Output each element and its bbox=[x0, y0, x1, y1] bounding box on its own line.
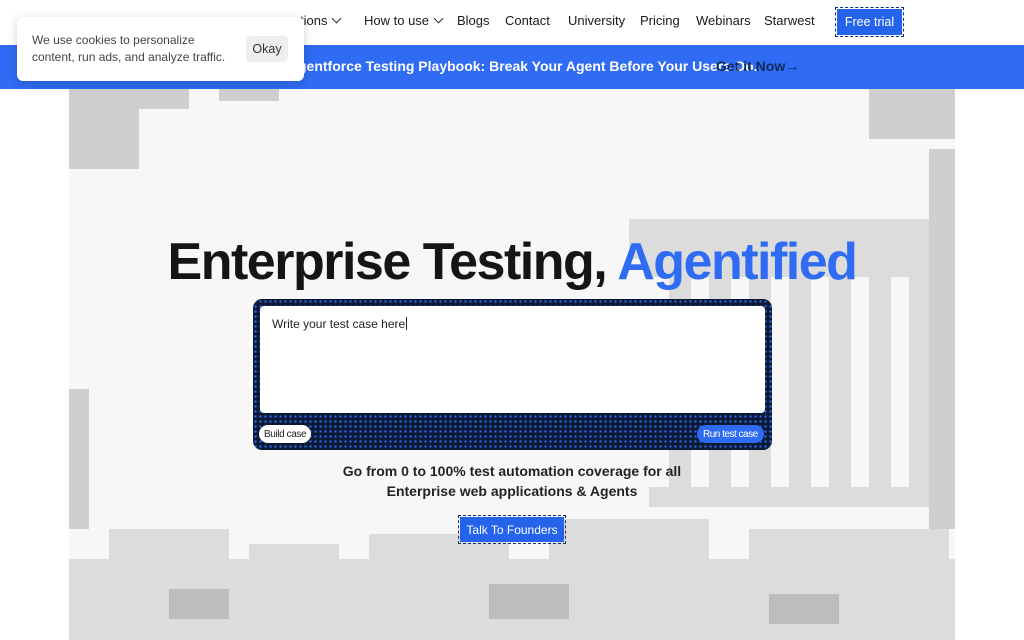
nav-label: Webinars bbox=[696, 13, 751, 28]
subheadline-line-1: Go from 0 to 100% test automation covera… bbox=[342, 463, 682, 479]
nav-starwest[interactable]: Starwest bbox=[764, 13, 815, 28]
build-case-button[interactable]: Build case bbox=[259, 425, 312, 443]
run-test-case-button[interactable]: Run test case bbox=[697, 425, 764, 443]
headline-text: Enterprise Testing, bbox=[167, 233, 608, 291]
test-case-editor: Write your test case here bbox=[253, 299, 772, 450]
nav-label: Pricing bbox=[640, 13, 680, 28]
chevron-down-icon bbox=[332, 13, 342, 24]
nav-university[interactable]: University bbox=[568, 13, 625, 28]
chevron-down-icon bbox=[433, 13, 444, 24]
nav-label: Starwest bbox=[764, 13, 815, 28]
cookie-okay-button[interactable]: Okay bbox=[246, 36, 288, 62]
cookie-banner: We use cookies to personalize content, r… bbox=[17, 17, 304, 81]
nav-label: How to use bbox=[364, 13, 430, 28]
subheadline-line-2: Enterprise web applications & Agents bbox=[386, 483, 638, 499]
free-trial-button[interactable]: Free trial bbox=[835, 7, 904, 37]
banner-cta-link[interactable]: Get it Now→ bbox=[716, 58, 799, 74]
nav-contact[interactable]: Contact bbox=[505, 13, 550, 28]
input-placeholder: Write your test case here bbox=[272, 317, 406, 331]
nav-label: University bbox=[568, 13, 626, 28]
talk-to-founders-button[interactable]: Talk To Founders bbox=[458, 515, 566, 544]
text-caret bbox=[406, 317, 408, 330]
hero-headline: Enterprise Testing, Agentified bbox=[0, 232, 1024, 292]
test-case-input[interactable]: Write your test case here bbox=[260, 306, 765, 413]
cookie-message: We use cookies to personalize content, r… bbox=[32, 33, 226, 64]
banner-text: gentforce Testing Playbook: Break Your A… bbox=[298, 58, 758, 74]
nav-pricing[interactable]: Pricing bbox=[640, 13, 680, 28]
hero-subheadline: Go from 0 to 100% test automation covera… bbox=[0, 461, 1024, 501]
nav-solutions[interactable]: tions bbox=[300, 13, 342, 28]
nav-label: Contact bbox=[505, 13, 550, 28]
nav-blogs[interactable]: Blogs bbox=[457, 13, 490, 28]
nav-label: Blogs bbox=[457, 13, 490, 28]
nav-how-to-use[interactable]: How to use bbox=[364, 13, 444, 28]
nav-webinars[interactable]: Webinars bbox=[696, 13, 751, 28]
headline-accent: Agentified bbox=[617, 233, 858, 291]
nav-label: tions bbox=[300, 13, 328, 28]
